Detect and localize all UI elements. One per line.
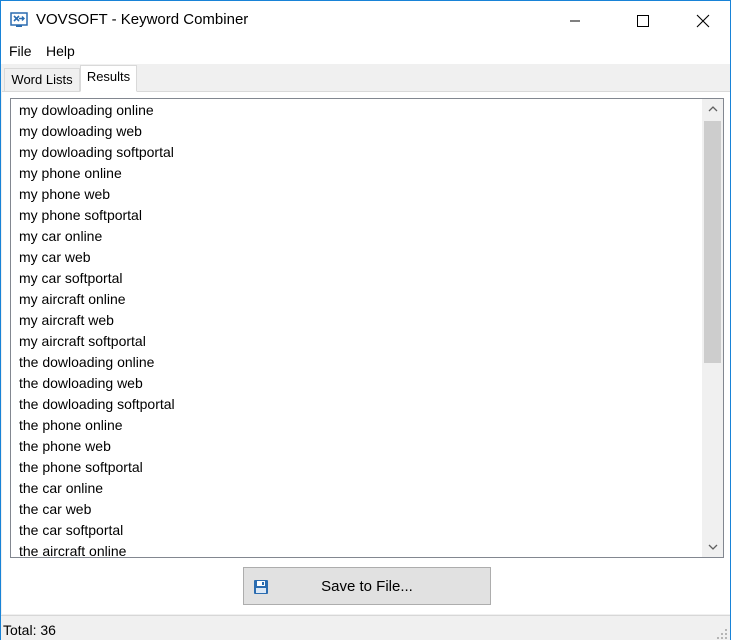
tab-word-lists[interactable]: Word Lists xyxy=(4,68,80,91)
list-item[interactable]: my phone online xyxy=(11,163,701,184)
app-window: VOVSOFT - Keyword Combiner File Help Wor… xyxy=(0,0,731,640)
list-item[interactable]: my dowloading online xyxy=(11,100,701,121)
maximize-icon xyxy=(637,14,649,27)
chevron-up-icon xyxy=(708,106,717,112)
list-item[interactable]: my aircraft softportal xyxy=(11,331,701,352)
floppy-disk-icon xyxy=(253,579,269,595)
list-item[interactable]: my aircraft online xyxy=(11,289,701,310)
status-total: Total: 36 xyxy=(3,622,56,638)
chevron-down-icon xyxy=(708,544,717,550)
scroll-up-button[interactable] xyxy=(702,99,723,119)
minimize-button[interactable] xyxy=(552,1,598,40)
vertical-scrollbar[interactable] xyxy=(702,99,723,557)
list-item[interactable]: the aircraft online xyxy=(11,541,701,556)
list-item[interactable]: my car online xyxy=(11,226,701,247)
list-item[interactable]: the phone online xyxy=(11,415,701,436)
list-item[interactable]: the phone web xyxy=(11,436,701,457)
tab-strip: Word Lists Results xyxy=(1,64,730,92)
menu-file[interactable]: File xyxy=(9,43,32,59)
close-button[interactable] xyxy=(680,1,726,40)
list-item[interactable]: the car online xyxy=(11,478,701,499)
scroll-down-button[interactable] xyxy=(702,537,723,557)
menu-help[interactable]: Help xyxy=(46,43,75,59)
list-item[interactable]: my phone softportal xyxy=(11,205,701,226)
results-panel: my dowloading online my dowloading web m… xyxy=(2,91,730,614)
close-icon xyxy=(696,14,710,27)
list-item[interactable]: the dowloading online xyxy=(11,352,701,373)
list-item[interactable]: my dowloading web xyxy=(11,121,701,142)
title-bar[interactable]: VOVSOFT - Keyword Combiner xyxy=(1,1,730,40)
status-bar: Total: 36 xyxy=(1,615,730,640)
minimize-icon xyxy=(570,20,580,21)
resize-grip-icon[interactable] xyxy=(716,627,728,639)
save-to-file-button[interactable]: Save to File... xyxy=(243,567,491,605)
tab-results[interactable]: Results xyxy=(80,65,137,92)
list-item[interactable]: the car web xyxy=(11,499,701,520)
list-item[interactable]: the car softportal xyxy=(11,520,701,541)
list-item[interactable]: the phone softportal xyxy=(11,457,701,478)
results-list[interactable]: my dowloading online my dowloading web m… xyxy=(10,98,724,558)
scroll-thumb[interactable] xyxy=(704,121,721,363)
app-icon xyxy=(10,11,28,29)
list-item[interactable]: my car softportal xyxy=(11,268,701,289)
list-item[interactable]: my phone web xyxy=(11,184,701,205)
window-title: VOVSOFT - Keyword Combiner xyxy=(36,11,249,28)
list-item[interactable]: my dowloading softportal xyxy=(11,142,701,163)
list-item[interactable]: the dowloading softportal xyxy=(11,394,701,415)
list-item[interactable]: my car web xyxy=(11,247,701,268)
results-list-items: my dowloading online my dowloading web m… xyxy=(11,100,701,556)
list-item[interactable]: the dowloading web xyxy=(11,373,701,394)
menu-bar: File Help xyxy=(1,40,730,64)
list-item[interactable]: my aircraft web xyxy=(11,310,701,331)
maximize-button[interactable] xyxy=(620,1,666,40)
save-button-label: Save to File... xyxy=(321,577,413,595)
